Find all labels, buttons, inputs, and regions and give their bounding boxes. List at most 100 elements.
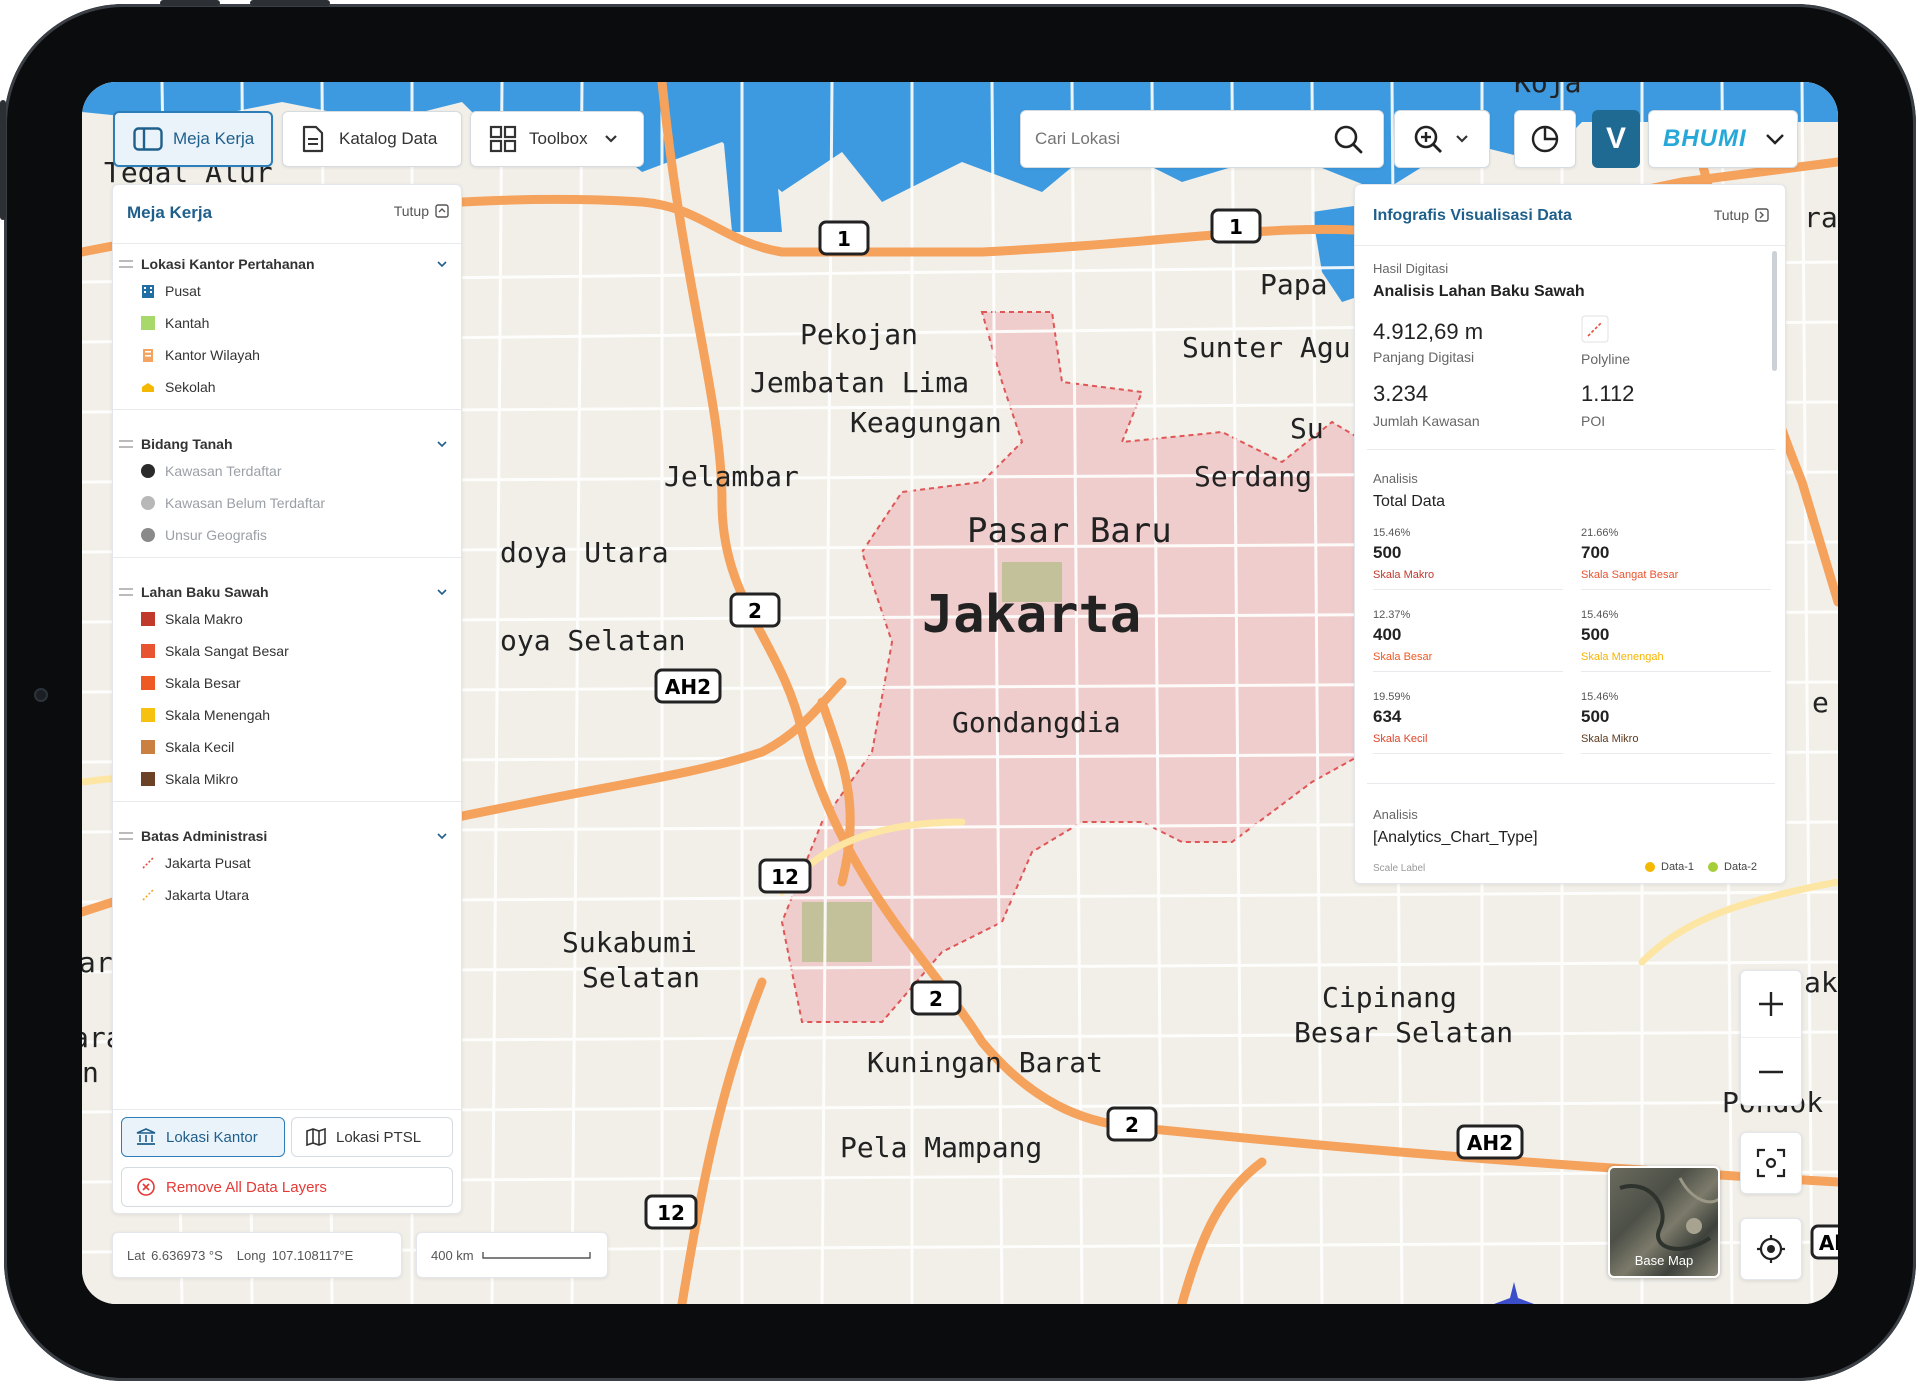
zoom-in-button[interactable] xyxy=(1741,971,1801,1038)
route-shield: AH2 xyxy=(1456,1124,1524,1160)
layer-label: Jakarta Utara xyxy=(165,887,250,903)
route-shield: 12 xyxy=(644,1194,698,1230)
panel-close-button[interactable]: Tutup xyxy=(394,203,449,219)
route-shield: 1 xyxy=(1210,208,1262,244)
svg-text:12: 12 xyxy=(771,865,799,889)
toolbox-button[interactable]: Toolbox xyxy=(470,111,644,167)
layer-item-skala-makro[interactable]: Skala Makro xyxy=(113,603,461,635)
layer-group-bidang-tanah: Bidang Tanah Kawasan Terdaftar Kawasan B… xyxy=(113,433,461,551)
analytics-button[interactable] xyxy=(1514,110,1576,168)
map-label: Gondangdia xyxy=(952,706,1121,739)
chevron-down-icon[interactable] xyxy=(437,588,447,596)
layer-item-skala-menengah[interactable]: Skala Menengah xyxy=(113,699,461,731)
chevron-down-icon[interactable] xyxy=(437,260,447,268)
scale-bar: 400 km xyxy=(416,1232,608,1278)
map-label: Besar Selatan xyxy=(1294,1016,1513,1049)
layer-item-kawasan-terdaftar[interactable]: Kawasan Terdaftar xyxy=(113,455,461,487)
svg-text:2: 2 xyxy=(748,599,762,623)
layer-item-jakarta-pusat[interactable]: Jakarta Pusat xyxy=(113,847,461,879)
remove-all-layers-button[interactable]: Remove All Data Layers xyxy=(121,1167,453,1207)
layer-label: Pusat xyxy=(165,283,201,299)
circle-icon xyxy=(141,496,155,510)
divider xyxy=(113,801,461,802)
layer-item-jakarta-utara[interactable]: Jakarta Utara xyxy=(113,879,461,911)
map-label: Keagungan xyxy=(850,406,1002,439)
panel-close-button[interactable]: Tutup xyxy=(1714,207,1769,223)
map-label: Sunter Agu xyxy=(1182,331,1351,364)
section-title: Total Data xyxy=(1373,493,1446,510)
map-label: Cipinang xyxy=(1322,981,1457,1014)
layer-item-skala-besar[interactable]: Skala Besar xyxy=(113,667,461,699)
layer-label: Sekolah xyxy=(165,379,216,395)
svg-text:12: 12 xyxy=(657,1201,685,1225)
layer-label: Kawasan Belum Terdaftar xyxy=(165,495,326,511)
lat-value: 6.636973 °S xyxy=(151,1247,223,1263)
map-label: Selatan xyxy=(582,961,700,994)
fit-extent-button[interactable] xyxy=(1740,1132,1802,1194)
scrollbar[interactable] xyxy=(1772,251,1777,371)
divider xyxy=(1355,245,1785,246)
layer-group-header[interactable]: Bidang Tanah xyxy=(113,433,461,455)
infografis-panel: Infografis Visualisasi Data Tutup Hasil … xyxy=(1354,184,1786,884)
stat-percent: 15.46% xyxy=(1373,527,1411,539)
layer-group-batas-administrasi: Batas Administrasi Jakarta Pusat Jakarta… xyxy=(113,825,461,911)
layer-item-sekolah[interactable]: Sekolah xyxy=(113,371,461,403)
close-label: Tutup xyxy=(1713,207,1749,223)
chevron-down-icon[interactable] xyxy=(437,440,447,448)
zoom-out-button[interactable] xyxy=(1741,1038,1801,1105)
search-icon[interactable] xyxy=(1333,124,1363,154)
section-caption: Analisis xyxy=(1373,807,1418,822)
office-icon xyxy=(143,349,153,362)
layer-group-header[interactable]: Lokasi Kantor Pertahanan xyxy=(113,253,461,275)
layer-item-unsur-geografis[interactable]: Unsur Geografis xyxy=(113,519,461,551)
layer-group-lahan-baku-sawah: Lahan Baku Sawah Skala Makro Skala Sanga… xyxy=(113,581,461,795)
route-shield: 2 xyxy=(729,592,781,628)
search-bar[interactable] xyxy=(1020,110,1384,168)
scale-label: 400 km xyxy=(431,1247,474,1263)
layer-item-skala-mikro[interactable]: Skala Mikro xyxy=(113,763,461,795)
volume-button-top-2 xyxy=(250,0,330,6)
divider xyxy=(1367,449,1775,450)
drag-handle-icon[interactable] xyxy=(119,832,133,840)
brand-selector[interactable]: BHUMI xyxy=(1648,110,1798,168)
side-button xyxy=(0,100,6,220)
divider xyxy=(1367,783,1775,784)
drag-handle-icon[interactable] xyxy=(119,440,133,448)
basemap-switcher[interactable]: Base Map xyxy=(1608,1166,1720,1278)
map-label: Koja xyxy=(1514,82,1581,99)
locate-me-button[interactable] xyxy=(1740,1218,1802,1280)
sidebar-icon xyxy=(133,127,163,151)
brand-name: BHUMI xyxy=(1663,125,1747,152)
divider xyxy=(1581,753,1771,754)
drag-handle-icon[interactable] xyxy=(119,260,133,268)
layer-item-skala-kecil[interactable]: Skala Kecil xyxy=(113,731,461,763)
layer-group-header[interactable]: Lahan Baku Sawah xyxy=(113,581,461,603)
stat-percent: 15.46% xyxy=(1581,609,1619,621)
focus-frame-icon xyxy=(1756,1148,1786,1178)
basemap-label: Base Map xyxy=(1634,1253,1694,1268)
layer-item-kawasan-belum-terdaftar[interactable]: Kawasan Belum Terdaftar xyxy=(113,487,461,519)
katalog-data-button[interactable]: Katalog Data xyxy=(282,111,462,167)
layer-item-pusat[interactable]: Pusat xyxy=(113,275,461,307)
chevron-down-icon[interactable] xyxy=(437,832,447,840)
layer-item-skala-sangat-besar[interactable]: Skala Sangat Besar xyxy=(113,635,461,667)
drag-handle-icon[interactable] xyxy=(119,588,133,596)
bank-icon xyxy=(136,1128,156,1145)
search-input[interactable] xyxy=(1035,129,1325,149)
brand-logo-square[interactable]: V xyxy=(1592,110,1640,168)
zoom-tool-button[interactable] xyxy=(1394,110,1490,168)
lokasi-kantor-tab[interactable]: Lokasi Kantor xyxy=(121,1117,285,1157)
chevron-down-icon xyxy=(604,135,617,143)
layer-item-kantah[interactable]: Kantah xyxy=(113,307,461,339)
map-label: Serdang xyxy=(1194,460,1312,493)
minus-icon xyxy=(1759,1070,1783,1073)
tab-label: Lokasi Kantor xyxy=(166,1128,258,1146)
divider xyxy=(113,557,461,558)
section-caption: Analisis xyxy=(1373,471,1418,486)
meja-kerja-button[interactable]: Meja Kerja xyxy=(113,111,273,167)
lokasi-ptsl-tab[interactable]: Lokasi PTSL xyxy=(291,1117,453,1157)
map-label: Pekojan xyxy=(800,318,918,351)
layer-item-kantor-wilayah[interactable]: Kantor Wilayah xyxy=(113,339,461,371)
map-label: Kar xyxy=(82,946,113,979)
layer-group-header[interactable]: Batas Administrasi xyxy=(113,825,461,847)
